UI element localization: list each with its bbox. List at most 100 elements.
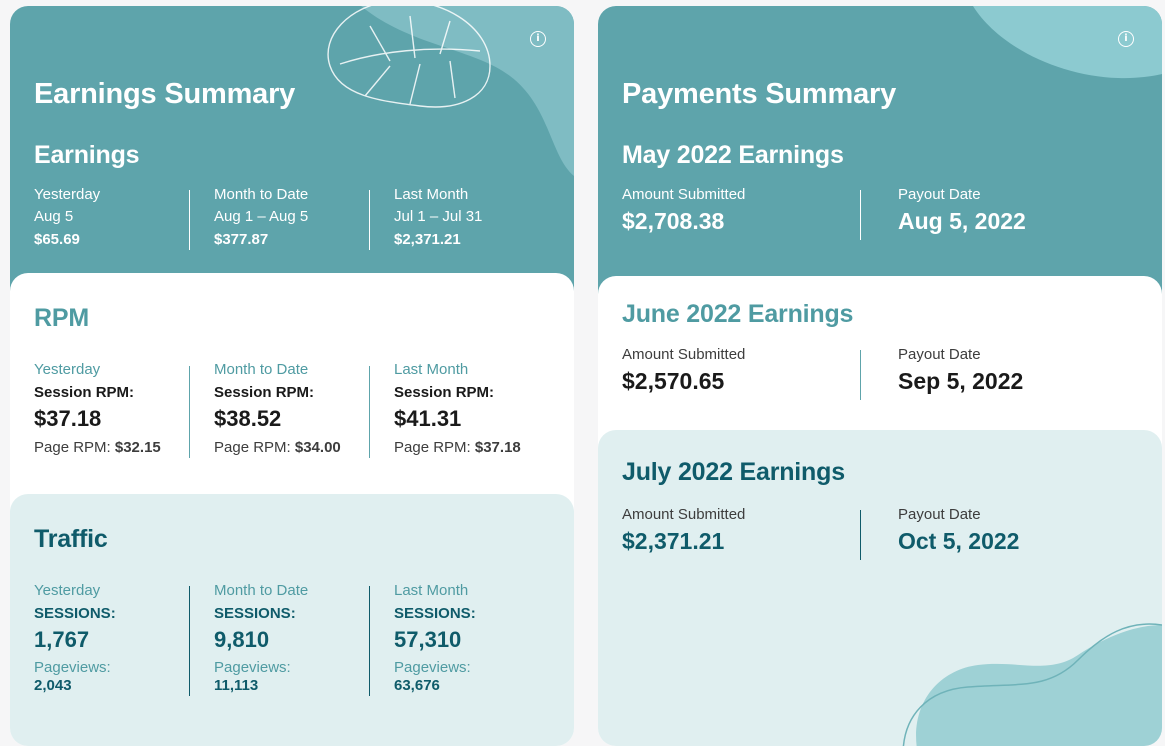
sessions-label: SESSIONS: bbox=[394, 605, 476, 622]
period-label: Yesterday bbox=[34, 186, 101, 203]
period-label: Last Month bbox=[394, 186, 469, 203]
page-rpm-label: Page RPM: bbox=[214, 439, 291, 456]
period-label: Month to Date bbox=[214, 186, 309, 203]
session-rpm-label: Session RPM: bbox=[214, 384, 315, 401]
june-earnings-title: June 2022 Earnings bbox=[622, 300, 854, 328]
amount-value: $2,708.38 bbox=[622, 208, 725, 234]
session-rpm-label: Session RPM: bbox=[34, 384, 135, 401]
traffic-columns: Yesterday SESSIONS: 1,767 Pageviews: 2,0… bbox=[34, 580, 574, 694]
earnings-col-yesterday: Yesterday Aug 5 $65.69 bbox=[34, 184, 214, 252]
payout-col: Payout Date Sep 5, 2022 bbox=[898, 344, 1152, 396]
earnings-col-last-month: Last Month Jul 1 – Jul 31 $2,371.21 bbox=[394, 184, 574, 252]
amount-label: Amount Submitted bbox=[622, 346, 746, 363]
pageviews-label: Pageviews: bbox=[34, 659, 111, 676]
period-label: Last Month bbox=[394, 582, 469, 599]
rpm-columns: Yesterday Session RPM: $37.18 Page RPM: … bbox=[34, 359, 574, 459]
rpm-col-last-month: Last Month Session RPM: $41.31 Page RPM:… bbox=[394, 359, 574, 459]
payout-value: Sep 5, 2022 bbox=[898, 368, 1024, 394]
july-payment-columns: Amount Submitted $2,371.21 Payout Date O… bbox=[622, 504, 1152, 556]
traffic-col-month-to-date: Month to Date SESSIONS: 9,810 Pageviews:… bbox=[214, 580, 394, 694]
may-earnings-title: May 2022 Earnings bbox=[622, 141, 844, 169]
wave-blob-decoration bbox=[902, 623, 1162, 746]
earnings-columns: Yesterday Aug 5 $65.69 Month to Date Aug… bbox=[34, 184, 574, 252]
sessions-value: 1,767 bbox=[34, 627, 90, 652]
payout-col: Payout Date Aug 5, 2022 bbox=[898, 184, 1152, 236]
session-rpm-label: Session RPM: bbox=[394, 384, 495, 401]
page-rpm-label: Page RPM: bbox=[34, 439, 111, 456]
session-rpm-value: $37.18 bbox=[34, 406, 102, 431]
payments-summary-card: i Payments Summary May 2022 Earnings Amo… bbox=[598, 6, 1162, 746]
earnings-value: $377.87 bbox=[214, 231, 269, 248]
info-icon[interactable]: i bbox=[530, 31, 546, 47]
pageviews-value: 11,113 bbox=[214, 677, 259, 694]
amount-value: $2,570.65 bbox=[622, 368, 725, 394]
date-range: Jul 1 – Jul 31 bbox=[394, 208, 483, 225]
pageviews-label: Pageviews: bbox=[394, 659, 471, 676]
payments-header-section: i Payments Summary May 2022 Earnings Amo… bbox=[598, 6, 1162, 296]
traffic-section: Traffic Yesterday SESSIONS: 1,767 Pagevi… bbox=[10, 494, 574, 746]
page-rpm-value: $32.15 bbox=[114, 439, 161, 456]
rpm-section: RPM Yesterday Session RPM: $37.18 Page R… bbox=[10, 273, 574, 523]
traffic-col-yesterday: Yesterday SESSIONS: 1,767 Pageviews: 2,0… bbox=[34, 580, 214, 694]
amount-col: Amount Submitted $2,570.65 bbox=[622, 344, 898, 396]
earnings-value: $65.69 bbox=[34, 231, 80, 248]
date-range: Aug 1 – Aug 5 bbox=[214, 208, 309, 225]
payout-value: Oct 5, 2022 bbox=[898, 528, 1020, 554]
pageviews-value: 63,676 bbox=[394, 677, 440, 694]
period-label: Month to Date bbox=[214, 582, 309, 599]
column-divider bbox=[369, 366, 370, 458]
column-divider bbox=[189, 586, 190, 696]
payout-label: Payout Date bbox=[898, 346, 981, 363]
session-rpm-value: $41.31 bbox=[394, 406, 462, 431]
page-rpm-line: Page RPM: $34.00 bbox=[214, 437, 370, 459]
sessions-value: 9,810 bbox=[214, 627, 270, 652]
period-label: Last Month bbox=[394, 361, 469, 378]
july-payment-section: July 2022 Earnings Amount Submitted $2,3… bbox=[598, 430, 1162, 746]
earnings-header-section: i Earnings Summary Earnings Yesterday Au… bbox=[10, 6, 574, 296]
column-divider bbox=[860, 510, 861, 560]
payout-col: Payout Date Oct 5, 2022 bbox=[898, 504, 1152, 556]
column-divider bbox=[860, 350, 861, 400]
amount-value: $2,371.21 bbox=[622, 528, 725, 554]
column-divider bbox=[189, 190, 190, 250]
traffic-col-last-month: Last Month SESSIONS: 57,310 Pageviews: 6… bbox=[394, 580, 574, 694]
amount-label: Amount Submitted bbox=[622, 186, 746, 203]
earnings-summary-title: Earnings Summary bbox=[34, 78, 296, 110]
traffic-section-title: Traffic bbox=[34, 525, 108, 553]
column-divider bbox=[369, 190, 370, 250]
column-divider bbox=[189, 366, 190, 458]
pageviews-value: 2,043 bbox=[34, 677, 72, 694]
blob-decoration bbox=[973, 6, 1162, 79]
payments-summary-title: Payments Summary bbox=[622, 78, 897, 110]
amount-col: Amount Submitted $2,708.38 bbox=[622, 184, 898, 236]
period-label: Yesterday bbox=[34, 582, 101, 599]
rpm-section-title: RPM bbox=[34, 304, 89, 332]
page-rpm-line: Page RPM: $37.18 bbox=[394, 437, 550, 459]
earnings-section-title: Earnings bbox=[34, 141, 140, 169]
page-rpm-label: Page RPM: bbox=[394, 439, 471, 456]
sessions-value: 57,310 bbox=[394, 627, 462, 652]
rpm-col-yesterday: Yesterday Session RPM: $37.18 Page RPM: … bbox=[34, 359, 214, 459]
payout-label: Payout Date bbox=[898, 506, 981, 523]
page-rpm-value: $37.18 bbox=[474, 439, 521, 456]
amount-col: Amount Submitted $2,371.21 bbox=[622, 504, 898, 556]
page-rpm-line: Page RPM: $32.15 bbox=[34, 437, 190, 459]
june-payment-columns: Amount Submitted $2,570.65 Payout Date S… bbox=[622, 344, 1152, 396]
session-rpm-value: $38.52 bbox=[214, 406, 282, 431]
column-divider bbox=[369, 586, 370, 696]
payout-value: Aug 5, 2022 bbox=[898, 208, 1026, 234]
earnings-summary-card: i Earnings Summary Earnings Yesterday Au… bbox=[10, 6, 574, 746]
pageviews-label: Pageviews: bbox=[214, 659, 291, 676]
amount-label: Amount Submitted bbox=[622, 506, 746, 523]
sessions-label: SESSIONS: bbox=[34, 605, 116, 622]
earnings-value: $2,371.21 bbox=[394, 231, 461, 248]
date-range: Aug 5 bbox=[34, 208, 74, 225]
info-icon[interactable]: i bbox=[1118, 31, 1134, 47]
sessions-label: SESSIONS: bbox=[214, 605, 296, 622]
july-earnings-title: July 2022 Earnings bbox=[622, 458, 845, 486]
earnings-col-month-to-date: Month to Date Aug 1 – Aug 5 $377.87 bbox=[214, 184, 394, 252]
may-payment-columns: Amount Submitted $2,708.38 Payout Date A… bbox=[622, 184, 1152, 236]
payout-label: Payout Date bbox=[898, 186, 981, 203]
period-label: Month to Date bbox=[214, 361, 309, 378]
column-divider bbox=[860, 190, 861, 240]
